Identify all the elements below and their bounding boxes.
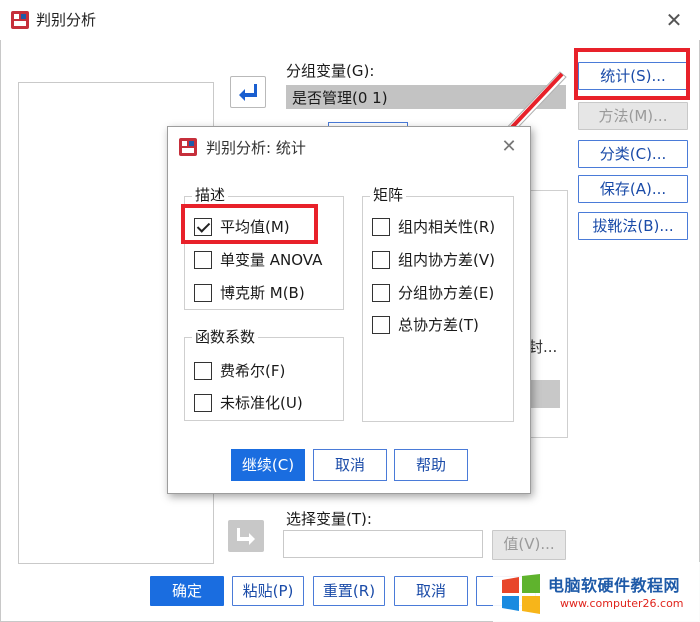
move-to-selection-button[interactable] [228,520,264,552]
matrices-title: 矩阵 [370,184,407,205]
fisher-checkbox[interactable]: 费希尔(F) [194,360,285,381]
checkbox-icon [372,250,390,269]
selection-variable-label: 选择变量(T): [286,510,372,528]
continue-button[interactable]: 继续(C) [231,449,305,481]
univariate-anova-label: 单变量 ANOVA [220,251,323,269]
descriptives-title: 描述 [192,184,229,205]
arrow-left-icon [239,84,257,101]
box-m-label: 博克斯 M(B) [220,284,305,302]
statistics-highlight-box [574,48,690,100]
method-button[interactable]: 方法(M)... [578,102,688,130]
checkbox-icon [194,361,212,380]
mean-highlight-box [181,204,318,244]
window-title: 判别分析 [36,11,97,29]
hidden-disabled-button [530,380,560,408]
separate-groups-covariance-label: 分组协方差(E) [398,284,495,302]
fisher-label: 费希尔(F) [220,362,286,380]
within-groups-covariance-label: 组内协方差(V) [398,251,495,269]
reset-button[interactable]: 重置(R) [313,576,385,606]
checkbox-icon [194,283,212,302]
bootstrap-button[interactable]: 拔靴法(B)... [578,212,688,240]
watermark-name: 电脑软硬件教程网 [548,576,681,595]
checkbox-icon [372,315,390,334]
title-bar: 判别分析 ✕ [0,0,700,40]
grouping-variable-field[interactable]: 是否管理(0 1) [286,85,566,109]
selection-variable-field[interactable] [283,530,483,558]
cancel-button[interactable]: 取消 [394,576,468,606]
total-covariance-label: 总协方差(T) [398,316,479,334]
box-m-checkbox[interactable]: 博克斯 M(B) [194,282,305,303]
unstandardized-label: 未标准化(U) [220,394,303,412]
within-groups-correlation-checkbox[interactable]: 组内相关性(R) [372,216,495,237]
checkbox-icon [372,217,390,236]
save-button[interactable]: 保存(A)... [578,175,688,203]
close-icon[interactable]: ✕ [497,134,521,160]
arrow-right-icon [237,528,255,545]
within-groups-correlation-label: 组内相关性(R) [398,218,496,236]
move-to-grouping-button[interactable] [230,76,266,108]
total-covariance-checkbox[interactable]: 总协方差(T) [372,314,479,335]
paste-button[interactable]: 粘贴(P) [232,576,304,606]
value-button[interactable]: 值(V)... [492,530,566,560]
checkbox-icon [372,283,390,302]
within-groups-covariance-checkbox[interactable]: 组内协方差(V) [372,249,495,270]
unstandardized-checkbox[interactable]: 未标准化(U) [194,392,303,413]
hidden-option-text: 封... [528,338,558,356]
dialog-cancel-button[interactable]: 取消 [313,449,387,481]
checkbox-icon [194,393,212,412]
close-icon[interactable]: ✕ [660,6,688,34]
windows-logo-icon [502,574,540,614]
dialog-title: 判别分析: 统计 [206,139,306,157]
ok-button[interactable]: 确定 [150,576,224,606]
grouping-variable-label: 分组变量(G): [286,62,375,80]
app-icon [11,11,29,29]
app-icon [179,138,197,156]
function-coefficients-title: 函数系数 [192,326,259,347]
separate-groups-covariance-checkbox[interactable]: 分组协方差(E) [372,282,494,303]
watermark-url: www.computer26.com [560,597,684,610]
checkbox-icon [194,250,212,269]
dialog-help-button[interactable]: 帮助 [394,449,468,481]
classify-button[interactable]: 分类(C)... [578,140,688,168]
univariate-anova-checkbox[interactable]: 单变量 ANOVA [194,249,322,270]
